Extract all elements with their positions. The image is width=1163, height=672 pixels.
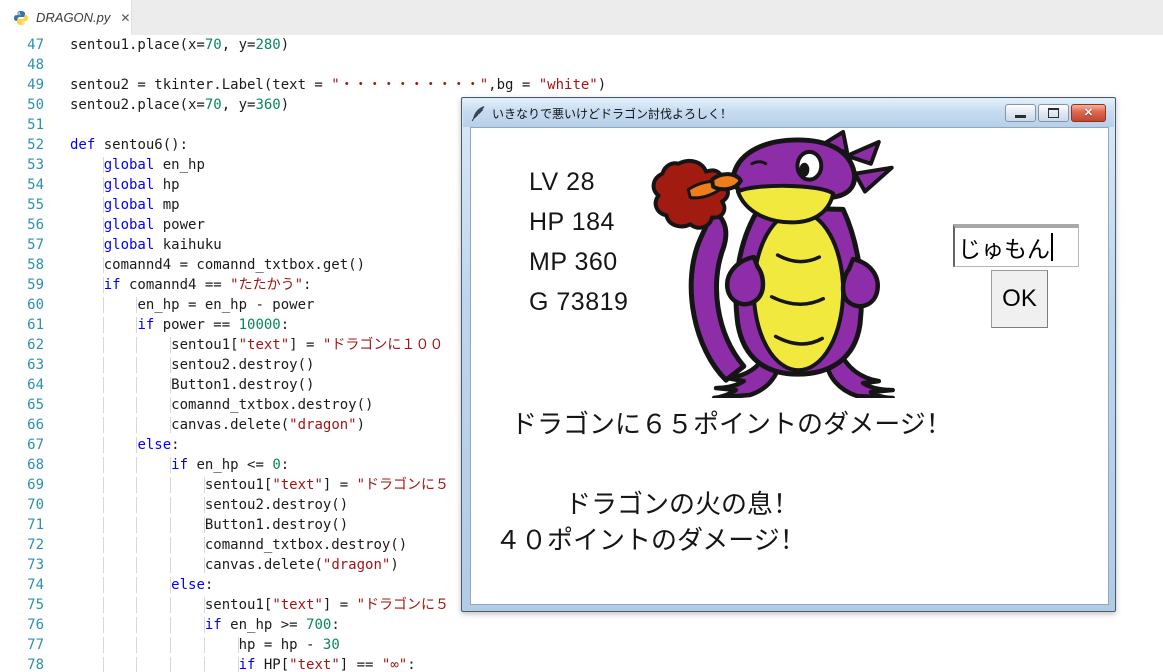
code-text: sentou1["text"] = "ドラゴンに１００ bbox=[70, 335, 443, 355]
line-number: 52 bbox=[0, 135, 44, 155]
dragon-image bbox=[646, 130, 934, 398]
stat-mp: MP 360 bbox=[529, 242, 628, 282]
line-number: 66 bbox=[0, 415, 44, 435]
line-number: 75 bbox=[0, 595, 44, 615]
code-text: sentou1["text"] = "ドラゴンに５ bbox=[70, 595, 449, 615]
code-line[interactable]: 76 if en_hp >= 700: bbox=[0, 615, 1163, 635]
line-number: 67 bbox=[0, 435, 44, 455]
text-cursor bbox=[1051, 233, 1053, 261]
game-window: いきなりで悪いけどドラゴン討伐よろしく！ ✕ LV 28 HP 184 MP 3… bbox=[461, 97, 1116, 612]
code-text: global power bbox=[70, 215, 205, 235]
line-number: 49 bbox=[0, 75, 44, 95]
code-text: global kaihuku bbox=[70, 235, 222, 255]
line-number: 73 bbox=[0, 555, 44, 575]
code-text: sentou2 = tkinter.Label(text = "・・・・・・・・… bbox=[70, 75, 606, 95]
line-number: 58 bbox=[0, 255, 44, 275]
line-number: 68 bbox=[0, 455, 44, 475]
close-button[interactable]: ✕ bbox=[1071, 104, 1106, 122]
code-text: Button1.destroy() bbox=[70, 375, 314, 395]
line-number: 65 bbox=[0, 395, 44, 415]
code-text: hp = hp - 30 bbox=[70, 635, 340, 655]
line-number: 63 bbox=[0, 355, 44, 375]
line-number: 53 bbox=[0, 155, 44, 175]
code-text: Button1.destroy() bbox=[70, 515, 348, 535]
code-text: en_hp = en_hp - power bbox=[70, 295, 314, 315]
minimize-icon bbox=[1015, 115, 1026, 118]
line-number: 69 bbox=[0, 475, 44, 495]
python-file-icon bbox=[13, 10, 29, 26]
player-stats: LV 28 HP 184 MP 360 G 73819 bbox=[529, 162, 628, 322]
code-text: else: bbox=[70, 435, 180, 455]
code-text: sentou1["text"] = "ドラゴンに５ bbox=[70, 475, 449, 495]
window-title: いきなりで悪いけどドラゴン討伐よろしく！ bbox=[492, 105, 1003, 122]
tk-feather-icon bbox=[471, 105, 486, 122]
line-number: 71 bbox=[0, 515, 44, 535]
code-text: global hp bbox=[70, 175, 180, 195]
line-number: 77 bbox=[0, 635, 44, 655]
code-text: if en_hp <= 0: bbox=[70, 455, 289, 475]
screen: DRAGON.py ✕ 47 sentou1.place(x=70, y=280)… bbox=[0, 0, 1163, 672]
close-icon: ✕ bbox=[1084, 108, 1093, 119]
code-text: else: bbox=[70, 575, 213, 595]
title-bar[interactable]: いきなりで悪いけどドラゴン討伐よろしく！ ✕ bbox=[463, 99, 1114, 127]
code-text: global en_hp bbox=[70, 155, 205, 175]
code-text: sentou2.place(x=70, y=360) bbox=[70, 95, 289, 115]
code-text: comannd4 = comannd_txtbox.get() bbox=[70, 255, 365, 275]
line-number: 72 bbox=[0, 535, 44, 555]
editor-tab-bar: DRAGON.py ✕ bbox=[0, 0, 1163, 35]
tab-filename: DRAGON.py bbox=[36, 10, 110, 25]
code-text: def sentou6(): bbox=[70, 135, 188, 155]
stat-hp: HP 184 bbox=[529, 202, 628, 242]
tab-dragon-py[interactable]: DRAGON.py ✕ bbox=[0, 0, 132, 35]
tab-close-icon[interactable]: ✕ bbox=[120, 12, 130, 24]
ok-button[interactable]: OK bbox=[991, 270, 1048, 328]
line-number: 76 bbox=[0, 615, 44, 635]
code-text: global mp bbox=[70, 195, 180, 215]
line-number: 47 bbox=[0, 35, 44, 55]
code-text: if HP["text"] == "∞": bbox=[70, 655, 416, 672]
line-number: 64 bbox=[0, 375, 44, 395]
minimize-button[interactable] bbox=[1005, 104, 1036, 122]
code-text: canvas.delete("dragon") bbox=[70, 555, 399, 575]
code-text: comannd_txtbox.destroy() bbox=[70, 395, 373, 415]
code-text: if power == 10000: bbox=[70, 315, 289, 335]
line-number: 59 bbox=[0, 275, 44, 295]
spell-input-value: じゅもん bbox=[958, 230, 1050, 264]
line-number: 78 bbox=[0, 655, 44, 672]
spell-input[interactable]: じゅもん bbox=[953, 224, 1079, 267]
line-number: 62 bbox=[0, 335, 44, 355]
line-number: 60 bbox=[0, 295, 44, 315]
code-text: sentou2.destroy() bbox=[70, 495, 348, 515]
battle-message-fire-damage: ４０ポイントのダメージ！ bbox=[495, 520, 806, 557]
code-line[interactable]: 48 bbox=[0, 55, 1163, 75]
code-text: if comannd4 == "たたかう": bbox=[70, 275, 311, 295]
caption-buttons: ✕ bbox=[1003, 104, 1106, 122]
code-text: comannd_txtbox.destroy() bbox=[70, 535, 407, 555]
game-canvas: LV 28 HP 184 MP 360 G 73819 bbox=[470, 127, 1109, 605]
battle-message-fire: ドラゴンの火の息！ bbox=[565, 484, 799, 521]
stat-gold: G 73819 bbox=[529, 282, 628, 322]
code-text: sentou2.destroy() bbox=[70, 355, 314, 375]
code-line[interactable]: 47 sentou1.place(x=70, y=280) bbox=[0, 35, 1163, 55]
stat-lv: LV 28 bbox=[529, 162, 628, 202]
line-number: 70 bbox=[0, 495, 44, 515]
battle-message-damage: ドラゴンに６５ポイントのダメージ！ bbox=[511, 404, 952, 441]
line-number: 61 bbox=[0, 315, 44, 335]
code-text: if en_hp >= 700: bbox=[70, 615, 340, 635]
code-line[interactable]: 78 if HP["text"] == "∞": bbox=[0, 655, 1163, 672]
line-number: 57 bbox=[0, 235, 44, 255]
line-number: 74 bbox=[0, 575, 44, 595]
line-number: 51 bbox=[0, 115, 44, 135]
maximize-icon bbox=[1048, 108, 1059, 118]
code-text: sentou1.place(x=70, y=280) bbox=[70, 35, 289, 55]
line-number: 48 bbox=[0, 55, 44, 75]
line-number: 55 bbox=[0, 195, 44, 215]
line-number: 56 bbox=[0, 215, 44, 235]
code-text: canvas.delete("dragon") bbox=[70, 415, 365, 435]
code-line[interactable]: 77 hp = hp - 30 bbox=[0, 635, 1163, 655]
line-number: 54 bbox=[0, 175, 44, 195]
code-line[interactable]: 49 sentou2 = tkinter.Label(text = "・・・・・・… bbox=[0, 75, 1163, 95]
maximize-button[interactable] bbox=[1038, 104, 1069, 122]
line-number: 50 bbox=[0, 95, 44, 115]
